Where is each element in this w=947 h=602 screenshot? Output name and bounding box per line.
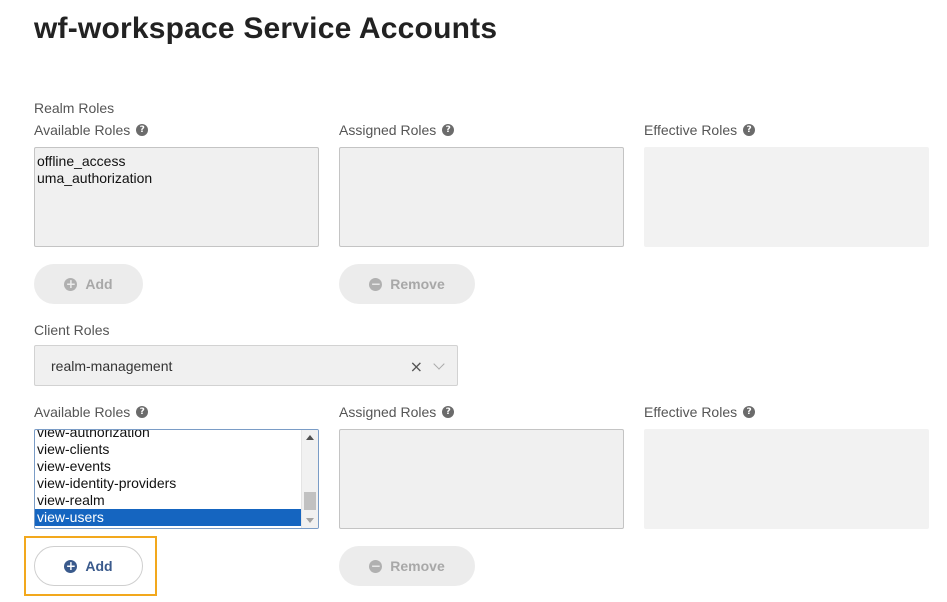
list-item[interactable]: offline_access <box>35 153 318 170</box>
list-item[interactable]: view-events <box>35 458 301 475</box>
page-title: wf-workspace Service Accounts <box>34 12 498 45</box>
realm-add-button[interactable]: + Add <box>34 264 143 304</box>
realm-effective-roles-label: Effective Roles ? <box>644 122 756 138</box>
list-item[interactable]: view-authorization <box>35 430 301 441</box>
client-add-button[interactable]: + Add <box>34 546 143 586</box>
label-text: Available Roles <box>34 404 131 420</box>
question-circle-icon[interactable]: ? <box>442 406 455 418</box>
client-roles-section-label: Client Roles <box>34 322 110 338</box>
client-available-roles-list[interactable]: view-authorization view-clients view-eve… <box>34 429 319 529</box>
button-label: Add <box>85 558 113 574</box>
label-text: Assigned Roles <box>339 404 437 420</box>
client-effective-roles-label: Effective Roles ? <box>644 404 756 420</box>
realm-assigned-roles-label: Assigned Roles ? <box>339 122 455 138</box>
scroll-up-arrow-icon[interactable] <box>306 435 314 440</box>
label-text: Available Roles <box>34 122 131 138</box>
question-circle-icon[interactable]: ? <box>442 124 455 136</box>
realm-remove-button[interactable]: − Remove <box>339 264 475 304</box>
client-assigned-roles-list[interactable] <box>339 429 624 529</box>
realm-roles-section-label: Realm Roles <box>34 100 115 116</box>
scrollbar[interactable] <box>301 430 318 528</box>
list-item[interactable]: view-realm <box>35 492 301 509</box>
realm-available-roles-list[interactable]: offline_access uma_authorization <box>34 147 319 247</box>
realm-available-roles-label: Available Roles ? <box>34 122 149 138</box>
button-label: Remove <box>390 276 445 292</box>
clear-x-icon[interactable]: × <box>410 357 423 376</box>
question-circle-icon[interactable]: ? <box>136 406 149 418</box>
realm-effective-roles-list <box>644 147 929 247</box>
list-item[interactable]: view-clients <box>35 441 301 458</box>
label-text: Effective Roles <box>644 404 738 420</box>
client-effective-roles-list <box>644 429 929 529</box>
scroll-thumb[interactable] <box>304 492 316 510</box>
list-item[interactable]: view-identity-providers <box>35 475 301 492</box>
question-circle-icon[interactable]: ? <box>743 124 756 136</box>
button-label: Remove <box>390 558 445 574</box>
client-assigned-roles-label: Assigned Roles ? <box>339 404 455 420</box>
minus-circle-icon: − <box>369 277 383 291</box>
client-available-roles-label: Available Roles ? <box>34 404 149 420</box>
client-select-value: realm-management <box>51 357 173 374</box>
label-text: Assigned Roles <box>339 122 437 138</box>
chevron-down-icon[interactable] <box>433 358 445 370</box>
list-item-selected[interactable]: view-users <box>35 509 301 526</box>
client-remove-button[interactable]: − Remove <box>339 546 475 586</box>
list-item[interactable]: uma_authorization <box>35 170 318 187</box>
scroll-down-arrow-icon[interactable] <box>306 518 314 523</box>
realm-assigned-roles-list[interactable] <box>339 147 624 247</box>
question-circle-icon[interactable]: ? <box>743 406 756 418</box>
plus-circle-icon: + <box>64 277 78 291</box>
label-text: Effective Roles <box>644 122 738 138</box>
button-label: Add <box>85 276 113 292</box>
question-circle-icon[interactable]: ? <box>136 124 149 136</box>
client-select[interactable]: realm-management × <box>34 345 458 386</box>
plus-circle-icon: + <box>64 559 78 573</box>
minus-circle-icon: − <box>369 559 383 573</box>
